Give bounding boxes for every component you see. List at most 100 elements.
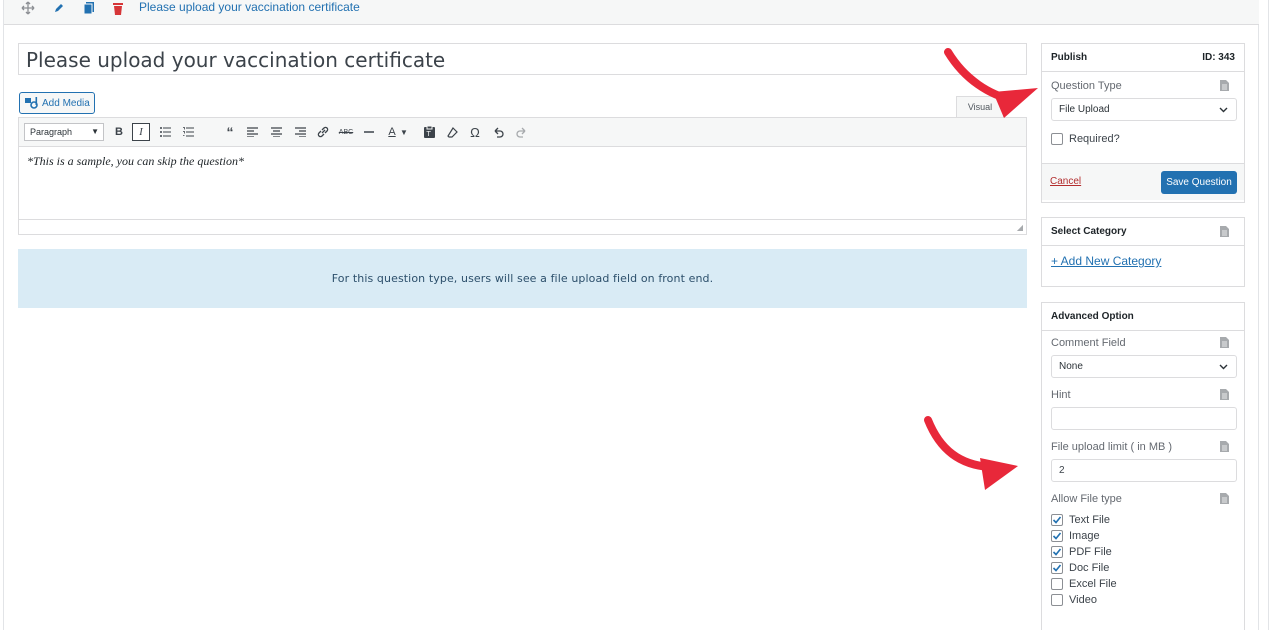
checkmark-icon [1052,548,1062,556]
paste-text-icon[interactable]: T [420,123,438,141]
allow-file-type-label: Allow File type [1051,493,1122,505]
file-type-item[interactable]: Text File [1042,512,1244,528]
outer-divider [1268,0,1269,630]
upload-limit-label: File upload limit ( in MB ) [1051,441,1173,453]
special-character-icon[interactable]: Ω [466,123,484,141]
editor-status-bar: ◢ [19,219,1026,234]
comment-field-label: Comment Field [1051,337,1126,349]
help-doc-icon[interactable] [1220,493,1229,504]
horizontal-line-icon[interactable] [360,123,378,141]
category-heading: Select Category [1051,226,1127,237]
question-title-input[interactable]: Please upload your vaccination certifica… [18,43,1027,75]
checkmark-icon [1052,564,1062,572]
strikethrough-icon[interactable]: ABC [337,123,355,141]
add-media-label: Add Media [42,97,90,109]
file-type-list: Text File Image PDF File Doc File Excel File… [1042,512,1244,608]
help-doc-icon[interactable] [1220,337,1229,348]
file-type-label: Text File [1069,514,1110,526]
help-doc-icon[interactable] [1220,226,1229,237]
advanced-option-box: Advanced Option Comment Field None Hint … [1041,302,1245,630]
file-type-checkbox[interactable] [1051,530,1063,542]
help-doc-icon[interactable] [1220,441,1229,452]
category-box: Select Category + Add New Category [1041,217,1245,287]
publish-heading: Publish [1051,52,1088,63]
file-type-label: Image [1069,530,1100,542]
advanced-header: Advanced Option [1042,303,1244,331]
resize-handle-icon[interactable]: ◢ [1017,223,1023,232]
hint-label-row: Hint [1042,387,1244,403]
required-checkbox[interactable] [1051,133,1063,145]
question-type-select[interactable]: File Upload [1051,98,1237,121]
comment-field-value: None [1059,361,1083,372]
add-media-button[interactable]: Add Media [19,92,95,114]
checkmark-icon [1052,516,1062,524]
help-doc-icon[interactable] [1220,389,1229,400]
blockquote-icon[interactable]: “ [221,123,239,141]
bullet-list-icon[interactable] [156,123,174,141]
chevron-down-icon [1219,364,1228,370]
italic-icon[interactable]: I [132,123,150,141]
align-left-icon[interactable] [243,123,261,141]
question-action-bar: Please upload your vaccination certifica… [4,0,1259,25]
file-type-label: PDF File [1069,546,1112,558]
file-type-item[interactable]: PDF File [1042,544,1244,560]
hint-label: Hint [1051,389,1071,401]
question-title-link[interactable]: Please upload your vaccination certifica… [139,0,360,14]
question-type-label-row: Question Type [1042,78,1244,94]
upload-limit-input[interactable]: 2 [1051,459,1237,482]
required-label: Required? [1069,133,1120,145]
file-type-item[interactable]: Image [1042,528,1244,544]
clear-formatting-icon[interactable] [443,123,461,141]
required-checkbox-row[interactable]: Required? [1042,131,1244,147]
notice-text: For this question type, users will see a… [331,272,714,285]
file-type-item[interactable]: Video [1042,592,1244,608]
cancel-link[interactable]: Cancel [1050,176,1081,187]
comment-field-label-row: Comment Field [1042,335,1244,351]
link-icon[interactable] [314,123,332,141]
help-doc-icon[interactable] [1220,80,1229,91]
duplicate-icon[interactable] [81,0,97,16]
undo-icon[interactable] [489,123,507,141]
hint-input[interactable] [1051,407,1237,430]
file-type-checkbox[interactable] [1051,578,1063,590]
file-type-label: Doc File [1069,562,1110,574]
publish-box: Publish ID: 343 Question Type File Uploa… [1041,43,1245,203]
chevron-down-icon [1219,107,1228,113]
pencil-icon[interactable] [51,0,67,16]
comment-field-select[interactable]: None [1051,355,1237,378]
content-editor: Paragraph ▼ B I “ ABC A ▼ T Ω *This is a… [18,117,1027,235]
chevron-down-icon[interactable]: ▼ [399,123,409,141]
checkmark-icon [1052,532,1062,540]
file-type-item[interactable]: Excel File [1042,576,1244,592]
question-type-value: File Upload [1059,104,1110,115]
numbered-list-icon[interactable] [179,123,197,141]
move-icon[interactable] [20,0,36,16]
save-question-button[interactable]: Save Question [1161,171,1237,194]
file-type-checkbox[interactable] [1051,594,1063,606]
file-type-checkbox[interactable] [1051,546,1063,558]
publish-actions: Cancel Save Question [1042,163,1244,200]
advanced-heading: Advanced Option [1051,311,1134,322]
file-type-checkbox[interactable] [1051,514,1063,526]
file-type-item[interactable]: Doc File [1042,560,1244,576]
allow-file-type-label-row: Allow File type [1042,491,1244,507]
bold-icon[interactable]: B [110,123,128,141]
align-right-icon[interactable] [291,123,309,141]
add-new-category-link[interactable]: + Add New Category [1042,246,1244,268]
category-header: Select Category [1042,218,1244,246]
question-type-label: Question Type [1051,80,1122,92]
chevron-down-icon: ▼ [91,127,99,136]
trash-icon[interactable] [110,0,126,16]
info-notice: For this question type, users will see a… [18,249,1027,308]
file-type-label: Video [1069,594,1097,606]
editor-body-text: *This is a sample, you can skip the ques… [27,154,244,168]
editor-content[interactable]: *This is a sample, you can skip the ques… [19,147,1026,219]
align-center-icon[interactable] [267,123,285,141]
file-type-checkbox[interactable] [1051,562,1063,574]
media-icon [25,97,38,109]
editor-toolbar: Paragraph ▼ B I “ ABC A ▼ T Ω [19,118,1026,147]
tab-visual[interactable]: Visual [956,96,1004,117]
svg-text:T: T [425,130,431,138]
redo-icon[interactable] [513,123,531,141]
format-select[interactable]: Paragraph ▼ [24,123,104,141]
